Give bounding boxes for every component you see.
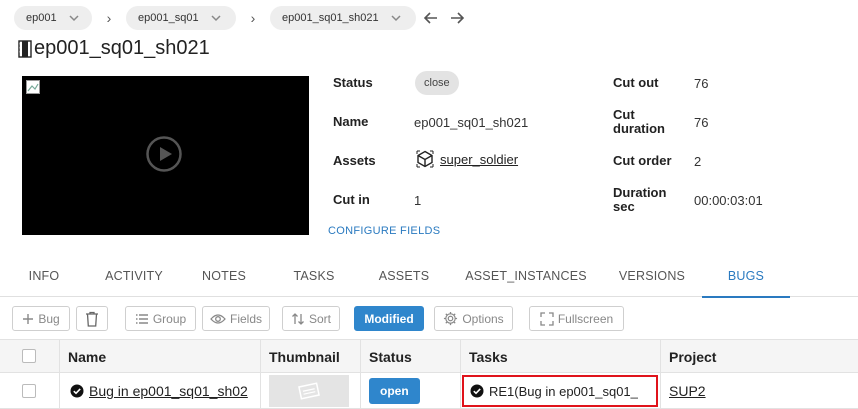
check-circle-icon [470, 384, 484, 398]
fullscreen-icon [540, 311, 554, 326]
cut-in-label: Cut in [333, 192, 370, 207]
project-link[interactable]: SUP2 [669, 383, 706, 399]
chevron-right-icon: › [106, 10, 112, 26]
plus-icon [23, 313, 34, 324]
status-open-badge[interactable]: open [369, 378, 420, 404]
film-strip-icon [18, 39, 32, 58]
cut-order-value: 2 [694, 154, 702, 169]
group-label: Group [152, 311, 187, 326]
fullscreen-button[interactable]: Fullscreen [529, 306, 624, 331]
fields-label: Fields [229, 311, 262, 326]
status-badge[interactable]: close [415, 71, 459, 95]
tab-assets[interactable]: ASSETS [368, 255, 440, 297]
chevron-down-icon [211, 15, 221, 22]
configure-fields-link[interactable]: CONFIGURE FIELDS [328, 225, 440, 237]
gear-icon [444, 311, 458, 326]
row-checkbox[interactable] [22, 384, 36, 398]
add-bug-button[interactable]: Bug [12, 306, 70, 331]
tab-bar: INFO ACTIVITY NOTES TASKS ASSETS ASSET_I… [0, 255, 858, 298]
tab-asset-instances[interactable]: ASSET_INSTANCES [458, 255, 594, 297]
add-bug-label: Bug [38, 311, 60, 326]
duration-sec-label: Duration [613, 185, 667, 200]
check-circle-icon [70, 384, 84, 398]
column-header-tasks[interactable]: Tasks [460, 340, 660, 374]
broken-image-icon [26, 80, 40, 94]
breadcrumb-label: ep001_sq01 [138, 12, 199, 24]
bugs-table: Name Thumbnail Status Tasks Project Bug … [0, 339, 858, 409]
play-icon[interactable] [146, 136, 182, 172]
duration-sec-value: 00:00:03:01 [694, 193, 763, 208]
bug-name-link[interactable]: Bug in ep001_sq01_sh02 [89, 383, 248, 399]
cut-duration-value: 76 [694, 115, 709, 130]
cut-in-value: 1 [414, 193, 422, 208]
select-all-checkbox[interactable] [22, 349, 36, 363]
sort-button[interactable]: Sort [282, 306, 340, 331]
cut-order-label: Cut order [613, 153, 672, 168]
delete-button[interactable] [76, 306, 108, 331]
sort-label: Sort [308, 311, 331, 326]
options-button[interactable]: Options [434, 306, 513, 331]
duration-sec-label-2: sec [613, 199, 635, 214]
eye-icon [210, 313, 226, 324]
asset-link[interactable]: super_soldier [416, 150, 518, 168]
name-label: Name [333, 114, 369, 129]
tab-notes[interactable]: NOTES [192, 255, 256, 297]
tab-tasks[interactable]: TASKS [282, 255, 346, 297]
breadcrumb-ep001[interactable]: ep001 [14, 6, 92, 30]
assets-label: Assets [333, 153, 376, 168]
tab-bugs[interactable]: BUGS [702, 255, 790, 298]
forward-arrow-icon[interactable] [446, 7, 468, 29]
breadcrumb-ep001-sq01-sh021[interactable]: ep001_sq01_sh021 [270, 6, 416, 30]
video-preview[interactable] [22, 76, 309, 235]
column-header-name[interactable]: Name [59, 340, 260, 374]
thumbnail-image[interactable] [269, 375, 349, 407]
thumbnail-cell [260, 373, 360, 409]
breadcrumb-ep001-sq01[interactable]: ep001_sq01 [126, 6, 236, 30]
page-title: ep001_sq01_sh021 [18, 37, 210, 60]
modified-button[interactable]: Modified [354, 306, 424, 331]
chevron-down-icon [69, 15, 79, 22]
cut-out-value: 76 [694, 76, 709, 91]
tab-activity[interactable]: ACTIVITY [96, 255, 172, 297]
fields-button[interactable]: Fields [202, 306, 270, 331]
image-placeholder-icon [298, 382, 320, 400]
column-header-status[interactable]: Status [360, 340, 460, 374]
page-title-text: ep001_sq01_sh021 [34, 37, 210, 59]
tab-versions[interactable]: VERSIONS [610, 255, 694, 297]
table-header: Name Thumbnail Status Tasks Project [0, 339, 858, 374]
chevron-right-icon: › [250, 10, 256, 26]
status-label: Status [333, 75, 373, 90]
task-link[interactable]: RE1(Bug in ep001_sq01_ [489, 384, 638, 399]
sort-icon [292, 312, 304, 325]
asset-link-label: super_soldier [440, 151, 519, 167]
breadcrumb-label: ep001 [26, 12, 57, 24]
fullscreen-label: Fullscreen [557, 311, 614, 326]
name-value: ep001_sq01_sh021 [414, 115, 529, 130]
group-button[interactable]: Group [125, 306, 196, 331]
breadcrumb: ep001 › ep001_sq01 › ep001_sq01_sh021 [14, 6, 468, 30]
project-cell: SUP2 [660, 373, 858, 409]
column-header-thumbnail[interactable]: Thumbnail [260, 340, 360, 374]
list-icon [135, 313, 148, 324]
tab-info[interactable]: INFO [12, 255, 76, 297]
trash-icon [86, 311, 98, 327]
column-header-project[interactable]: Project [660, 340, 858, 374]
cut-out-label: Cut out [613, 75, 659, 90]
cut-duration-label-2: duration [613, 121, 665, 136]
table-row[interactable]: Bug in ep001_sq01_sh02 open RE1(Bug in e… [0, 373, 858, 409]
breadcrumb-label: ep001_sq01_sh021 [282, 12, 379, 24]
chevron-down-icon [391, 15, 401, 22]
cube-icon [416, 150, 434, 168]
task-link-highlight[interactable]: RE1(Bug in ep001_sq01_ [462, 375, 658, 407]
options-label: Options [462, 311, 504, 326]
back-arrow-icon[interactable] [420, 7, 442, 29]
status-cell: open [360, 373, 460, 409]
name-cell: Bug in ep001_sq01_sh02 [59, 373, 260, 409]
cut-duration-label: Cut [613, 107, 635, 122]
